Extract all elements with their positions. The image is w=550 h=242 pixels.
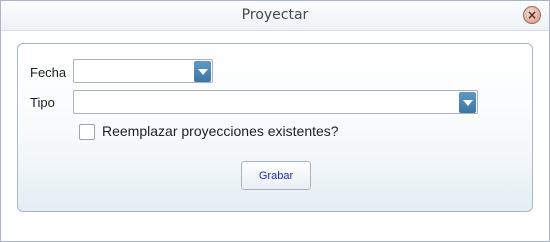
close-button[interactable]: ×: [523, 6, 541, 24]
tipo-dropdown[interactable]: [73, 90, 478, 114]
fecha-label: Fecha: [30, 65, 67, 80]
dialog-title: Proyectar: [241, 7, 309, 23]
fecha-dropdown-button[interactable]: [194, 61, 211, 82]
tipo-dropdown-button[interactable]: [459, 92, 476, 113]
chevron-down-icon: [197, 68, 208, 75]
tipo-label: Tipo: [30, 95, 55, 110]
close-icon: ×: [526, 8, 538, 22]
reemplazar-checkbox-label[interactable]: Reemplazar proyecciones existentes?: [102, 123, 339, 139]
save-button[interactable]: Grabar: [241, 161, 311, 190]
title-bar[interactable]: Proyectar ×: [1, 1, 549, 31]
dialog-window: Proyectar × Fecha Tipo Reemplazar proyec…: [0, 0, 550, 242]
reemplazar-checkbox[interactable]: [79, 124, 95, 140]
chevron-down-icon: [462, 99, 473, 106]
fecha-dropdown[interactable]: [73, 59, 213, 83]
